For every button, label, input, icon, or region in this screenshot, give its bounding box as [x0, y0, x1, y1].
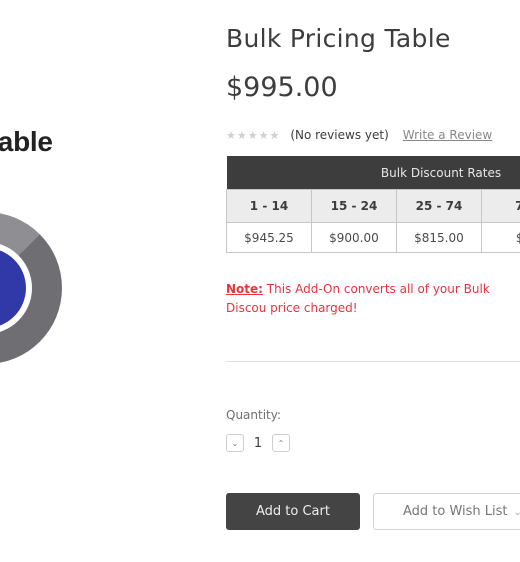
- logo-icon: [0, 212, 62, 364]
- rating-row: ★★★★★ (No reviews yet) Write a Review: [226, 128, 492, 142]
- bulk-table-caption: Bulk Discount Rates: [226, 156, 520, 190]
- quantity-decrement-button[interactable]: ⌄: [226, 434, 244, 452]
- divider: [226, 361, 520, 362]
- add-to-wishlist-button[interactable]: Add to Wish List ⌄: [373, 493, 520, 530]
- add-to-wishlist-label: Add to Wish List: [403, 504, 508, 519]
- reviews-count: (No reviews yet): [290, 128, 389, 142]
- logo-core: [0, 248, 26, 328]
- note-text: Note: This Add-On converts all of your B…: [226, 280, 520, 318]
- write-review-link[interactable]: Write a Review: [403, 128, 492, 142]
- product-title: Bulk Pricing Table: [226, 24, 451, 53]
- table-row: $945.25 $900.00 $815.00 $7: [226, 222, 520, 253]
- quantity-increment-button[interactable]: ⌃: [272, 434, 290, 452]
- bulk-pricing-table: Bulk Discount Rates 1 - 14 15 - 24 25 - …: [226, 156, 520, 253]
- product-image[interactable]: ng Table: [0, 0, 210, 562]
- price-cell: $900.00: [310, 222, 397, 253]
- chevron-down-icon: ⌄: [231, 438, 239, 448]
- table-row: 1 - 14 15 - 24 25 - 74 75: [226, 189, 520, 223]
- price-cell: $945.25: [226, 222, 312, 253]
- quantity-label: Quantity:: [226, 408, 282, 422]
- price-cell: $815.00: [395, 222, 482, 253]
- product-price: $995.00: [226, 72, 338, 103]
- range-cell: 25 - 74: [395, 189, 482, 223]
- note-body: This Add-On converts all of your Bulk Di…: [226, 282, 490, 315]
- logo-ring: [0, 242, 32, 334]
- note-label: Note:: [226, 282, 263, 296]
- quantity-stepper: ⌄ 1 ⌃: [226, 434, 290, 452]
- range-cell: 1 - 14: [226, 189, 312, 223]
- rating-stars-icon: ★★★★★: [226, 128, 281, 142]
- chevron-up-icon: ⌃: [277, 438, 285, 448]
- add-to-cart-button[interactable]: Add to Cart: [226, 493, 360, 530]
- product-image-title: ng Table: [0, 126, 53, 157]
- range-cell: 15 - 24: [310, 189, 397, 223]
- price-cell: $7: [480, 222, 520, 253]
- range-cell: 75: [480, 189, 520, 223]
- quantity-input[interactable]: 1: [244, 436, 272, 451]
- chevron-down-icon: ⌄: [513, 507, 520, 518]
